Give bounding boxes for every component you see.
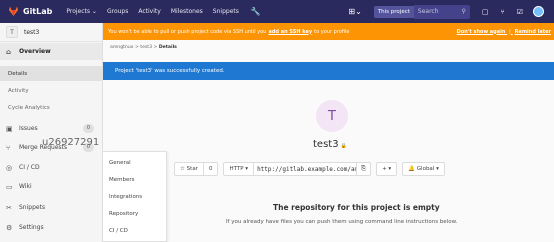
search-input[interactable]: Search ⚲ xyxy=(413,4,470,19)
home-icon: ⌂ xyxy=(6,47,12,56)
merge-request-icon: ⑂ xyxy=(6,143,11,152)
sidebar-item-label: Overview xyxy=(19,48,51,55)
sidebar-item-label: Wiki xyxy=(19,183,32,190)
brand-name: GitLab xyxy=(23,7,53,16)
copy-url-icon[interactable]: ⎘ xyxy=(357,162,372,176)
sidebar-project-header[interactable]: T test3 xyxy=(0,23,102,42)
flyout-item-integrations[interactable]: Integrations xyxy=(109,194,142,200)
scissors-icon: ✂ xyxy=(6,203,12,212)
this-project-scope[interactable]: This project xyxy=(373,5,414,18)
book-icon: ▭ xyxy=(6,182,13,191)
clone-url-input[interactable]: http://gitlab.example.com/amn xyxy=(254,162,358,176)
gitlab-logo[interactable]: GitLab xyxy=(8,6,52,17)
warning-text: You won't be able to pull or push projec… xyxy=(108,28,267,35)
nav-projects[interactable]: Projects ⌄ xyxy=(66,8,97,15)
sidebar-subitem-activity[interactable]: Activity xyxy=(0,83,102,98)
flash-notice: Project 'test3' was successfully created… xyxy=(103,62,554,80)
nav-snippets[interactable]: Snippets xyxy=(213,8,239,15)
nav-groups[interactable]: Groups xyxy=(107,8,128,15)
project-avatar: T xyxy=(6,26,18,38)
nav-milestones[interactable]: Milestones xyxy=(171,8,203,15)
dont-show-again-link[interactable]: Don't show again xyxy=(457,29,506,35)
breadcrumb-sep: > xyxy=(134,45,139,50)
add-dropdown[interactable]: + ▾ xyxy=(376,162,398,176)
empty-repo-subtitle: If you already have files you can push t… xyxy=(226,219,458,225)
star-count[interactable]: 0 xyxy=(203,162,219,176)
sidebar-item-settings[interactable]: ⚙ Settings xyxy=(0,219,102,236)
protocol-dropdown[interactable]: HTTP ▾ xyxy=(223,162,255,176)
add-ssh-key-link[interactable]: add an SSH key xyxy=(268,29,312,35)
settings-flyout-menu: General Members Integrations Repository … xyxy=(103,151,167,242)
warning-separator: | xyxy=(509,28,511,35)
sidebar-item-label: Settings xyxy=(19,224,44,231)
ssh-warning-banner: You won't be able to pull or push projec… xyxy=(103,23,554,40)
notification-dropdown[interactable]: 🔔 Global ▾ xyxy=(402,162,445,176)
search-placeholder: Search xyxy=(417,8,439,15)
remind-later-link[interactable]: Remind later xyxy=(515,29,551,35)
todo-icon[interactable]: ☑ xyxy=(517,8,523,16)
project-title: test3 🔒 xyxy=(313,139,347,150)
search-icon: ⚲ xyxy=(461,8,466,15)
flyout-item-general[interactable]: General xyxy=(109,160,131,166)
issues-count-badge: 0 xyxy=(83,124,94,133)
sidebar-subitem-cycle-analytics[interactable]: Cycle Analytics xyxy=(0,100,102,115)
breadcrumb: amngtnux > test3 > Details xyxy=(110,45,177,50)
breadcrumb-current: Details xyxy=(158,45,177,50)
project-name: test3 xyxy=(24,28,40,36)
lock-icon: 🔒 xyxy=(340,143,347,149)
flash-message: Project 'test3' was successfully created… xyxy=(115,68,225,74)
top-navbar: GitLab Projects ⌄ Groups Activity Milest… xyxy=(0,0,554,23)
rocket-icon: ◎ xyxy=(6,163,13,172)
watermark-text: u26927291 xyxy=(42,137,100,148)
star-button[interactable]: ☆ Star xyxy=(174,162,204,176)
sidebar-item-snippets[interactable]: ✂ Snippets xyxy=(0,199,102,216)
project-controls: ☆ Star 0 HTTP ▾ http://gitlab.example.co… xyxy=(174,162,445,176)
sidebar-item-overview[interactable]: ⌂ Overview xyxy=(0,43,102,60)
sidebar-item-label: Issues xyxy=(19,125,38,132)
warning-actions: Don't show again | Remind later xyxy=(455,29,551,35)
nav-activity[interactable]: Activity xyxy=(138,8,160,15)
issues-icon: ▣ xyxy=(6,124,13,133)
empty-repo-instructions-cutoff xyxy=(214,235,454,241)
plus-icon[interactable]: ⊞⌄ xyxy=(348,7,361,16)
warning-text-after: to your profile xyxy=(314,28,350,35)
flyout-item-repository[interactable]: Repository xyxy=(109,211,138,217)
sidebar-item-issues[interactable]: ▣ Issues 0 xyxy=(0,120,102,137)
project-avatar-large: T xyxy=(316,100,348,132)
issues-icon[interactable]: ▢ xyxy=(482,8,489,16)
flyout-item-members[interactable]: Members xyxy=(109,177,135,183)
project-title-text: test3 xyxy=(313,139,339,150)
flyout-item-cicd[interactable]: CI / CD xyxy=(109,228,128,234)
sidebar-subitem-details[interactable]: Details xyxy=(0,66,102,81)
sidebar-item-label: Snippets xyxy=(19,204,46,211)
sidebar-item-label: CI / CD xyxy=(19,164,40,171)
breadcrumb-project[interactable]: test3 xyxy=(140,45,152,50)
merge-request-icon[interactable]: ⑂ xyxy=(501,8,505,16)
breadcrumb-sep: > xyxy=(153,45,158,50)
wrench-icon[interactable]: 🔧 xyxy=(251,7,261,16)
gitlab-fox-icon xyxy=(8,6,19,17)
gear-icon: ⚙ xyxy=(6,223,13,232)
avatar[interactable] xyxy=(533,6,544,17)
sidebar-item-cicd[interactable]: ◎ CI / CD xyxy=(0,159,102,176)
breadcrumb-user[interactable]: amngtnux xyxy=(110,45,133,50)
sidebar-item-wiki[interactable]: ▭ Wiki xyxy=(0,178,102,195)
project-sidebar: T test3 ⌂ Overview Details Activity Cycl… xyxy=(0,23,103,242)
empty-repo-title: The repository for this project is empty xyxy=(273,203,440,212)
